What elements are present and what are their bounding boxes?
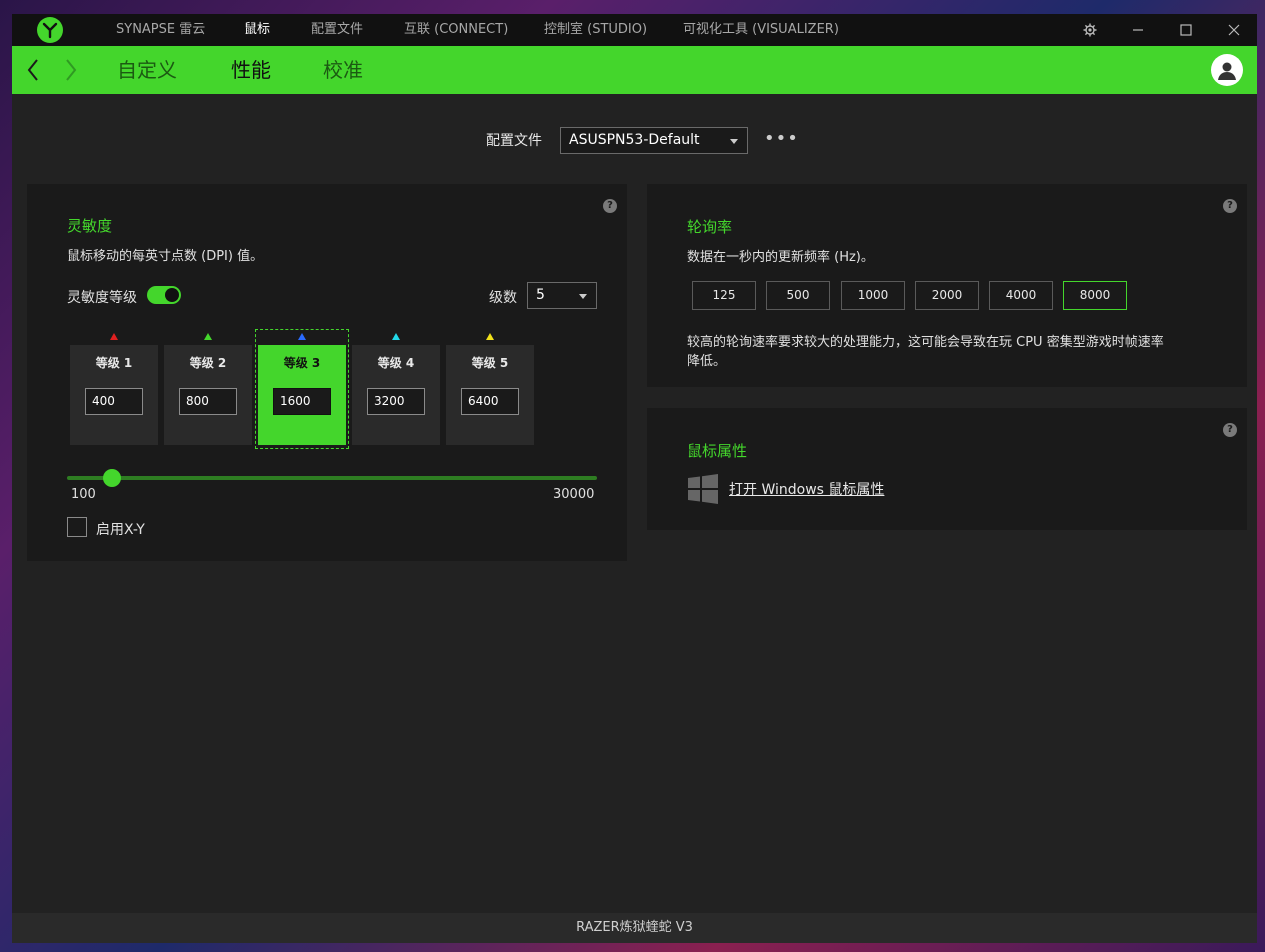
device-name: RAZER炼狱蝰蛇 V3	[576, 920, 693, 935]
stage-card-1[interactable]: 等级 1 400	[70, 345, 158, 445]
dpi-slider-track[interactable]	[67, 476, 597, 480]
stage-dpi-input[interactable]: 1600	[273, 388, 331, 415]
tab-customize[interactable]: 自定义	[117, 46, 177, 94]
stage-label: 等级 3	[283, 356, 321, 370]
stage-label: 等级 5	[471, 356, 509, 370]
stage-dpi-input[interactable]: 6400	[461, 388, 519, 415]
tab-performance[interactable]: 性能	[231, 46, 271, 94]
chevron-down-icon	[579, 294, 587, 299]
help-icon[interactable]: ?	[603, 199, 617, 213]
profile-label: 配置文件	[486, 133, 542, 149]
chevron-down-icon	[730, 139, 738, 144]
maximize-icon[interactable]	[1163, 14, 1209, 46]
close-icon[interactable]	[1211, 14, 1257, 46]
sensitivity-title: 灵敏度	[67, 217, 113, 235]
sensitivity-stages-toggle[interactable]	[147, 286, 181, 304]
stage-dpi-input[interactable]: 800	[179, 388, 237, 415]
toggle-knob	[165, 288, 179, 302]
rate-button-8000[interactable]: 8000	[1063, 281, 1127, 310]
stage-count-dropdown[interactable]: 5	[527, 282, 597, 309]
tab-mouse[interactable]: 鼠标	[244, 14, 270, 46]
stage-1-color-indicator	[110, 333, 118, 340]
profile-dropdown[interactable]: ASUSPN53-Default	[560, 127, 748, 154]
polling-note-line-2: 降低。	[687, 354, 727, 369]
razer-logo-icon[interactable]	[37, 17, 63, 43]
stage-card-2[interactable]: 等级 2 800	[164, 345, 252, 445]
open-windows-mouse-properties-link[interactable]: 打开 Windows 鼠标属性	[729, 479, 884, 499]
tab-synapse[interactable]: SYNAPSE 雷云	[116, 14, 205, 46]
tab-visualizer[interactable]: 可视化工具 (VISUALIZER)	[683, 14, 839, 46]
stage-count-value: 5	[536, 287, 545, 303]
status-bar: RAZER炼狱蝰蛇 V3	[12, 913, 1257, 943]
help-icon[interactable]: ?	[1223, 199, 1237, 213]
more-options-button[interactable]: •••	[764, 130, 799, 148]
rate-button-500[interactable]: 500	[766, 281, 830, 310]
stage-card-5[interactable]: 等级 5 6400	[446, 345, 534, 445]
stage-dpi-input[interactable]: 3200	[367, 388, 425, 415]
tab-studio[interactable]: 控制室 (STUDIO)	[544, 14, 647, 46]
tab-calibration[interactable]: 校准	[323, 46, 363, 94]
dpi-slider-max: 30000	[553, 487, 595, 502]
mouse-properties-panel: ? 鼠标属性 打开 Windows 鼠标属性	[647, 408, 1247, 530]
polling-rate-title: 轮询率	[687, 218, 733, 236]
xy-checkbox[interactable]	[67, 517, 87, 537]
help-icon[interactable]: ?	[1223, 423, 1237, 437]
stage-card-4[interactable]: 等级 4 3200	[352, 345, 440, 445]
sensitivity-panel: ? 灵敏度 鼠标移动的每英寸点数 (DPI) 值。 灵敏度等级 级数 5 等级 …	[27, 184, 627, 561]
sub-header: 自定义 性能 校准	[12, 46, 1257, 94]
stage-label: 等级 4	[377, 356, 415, 370]
gear-icon[interactable]	[1067, 14, 1113, 46]
rate-button-1000[interactable]: 1000	[841, 281, 905, 310]
avatar[interactable]	[1211, 54, 1243, 86]
dpi-slider-thumb[interactable]	[102, 469, 121, 487]
polling-note-line-1: 较高的轮询速率要求较大的处理能力，这可能会导致在玩 CPU 密集型游戏时帧速率	[687, 335, 1164, 350]
forward-arrow-icon	[64, 46, 78, 94]
stage-4-color-indicator	[392, 333, 400, 340]
stage-2-color-indicator	[204, 333, 212, 340]
tab-connect[interactable]: 互联 (CONNECT)	[404, 14, 508, 46]
polling-rate-description: 数据在一秒内的更新频率 (Hz)。	[687, 250, 874, 265]
xy-label: 启用X-Y	[96, 522, 145, 538]
stage-5-color-indicator	[486, 333, 494, 340]
rate-button-125[interactable]: 125	[692, 281, 756, 310]
sensitivity-description: 鼠标移动的每英寸点数 (DPI) 值。	[67, 249, 264, 264]
polling-rate-panel: ? 轮询率 数据在一秒内的更新频率 (Hz)。 125 500 1000 200…	[647, 184, 1247, 387]
stage-card-3[interactable]: 等级 3 1600	[258, 345, 346, 445]
sensitivity-stages-label: 灵敏度等级	[67, 290, 137, 306]
app-window: SYNAPSE 雷云 鼠标 配置文件 互联 (CONNECT) 控制室 (STU…	[12, 14, 1257, 943]
stage-label: 等级 2	[189, 356, 227, 370]
dpi-slider-min: 100	[71, 487, 96, 502]
rate-button-4000[interactable]: 4000	[989, 281, 1053, 310]
minimize-icon[interactable]	[1115, 14, 1161, 46]
title-bar: SYNAPSE 雷云 鼠标 配置文件 互联 (CONNECT) 控制室 (STU…	[12, 14, 1257, 46]
profile-selected-value: ASUSPN53-Default	[569, 132, 700, 148]
stage-count-label: 级数	[489, 290, 517, 306]
back-arrow-icon[interactable]	[26, 46, 40, 94]
windows-icon	[687, 473, 719, 509]
rate-button-2000[interactable]: 2000	[915, 281, 979, 310]
mouse-properties-title: 鼠标属性	[687, 442, 748, 460]
tab-profiles[interactable]: 配置文件	[311, 14, 363, 46]
stage-dpi-input[interactable]: 400	[85, 388, 143, 415]
stage-label: 等级 1	[95, 356, 133, 370]
